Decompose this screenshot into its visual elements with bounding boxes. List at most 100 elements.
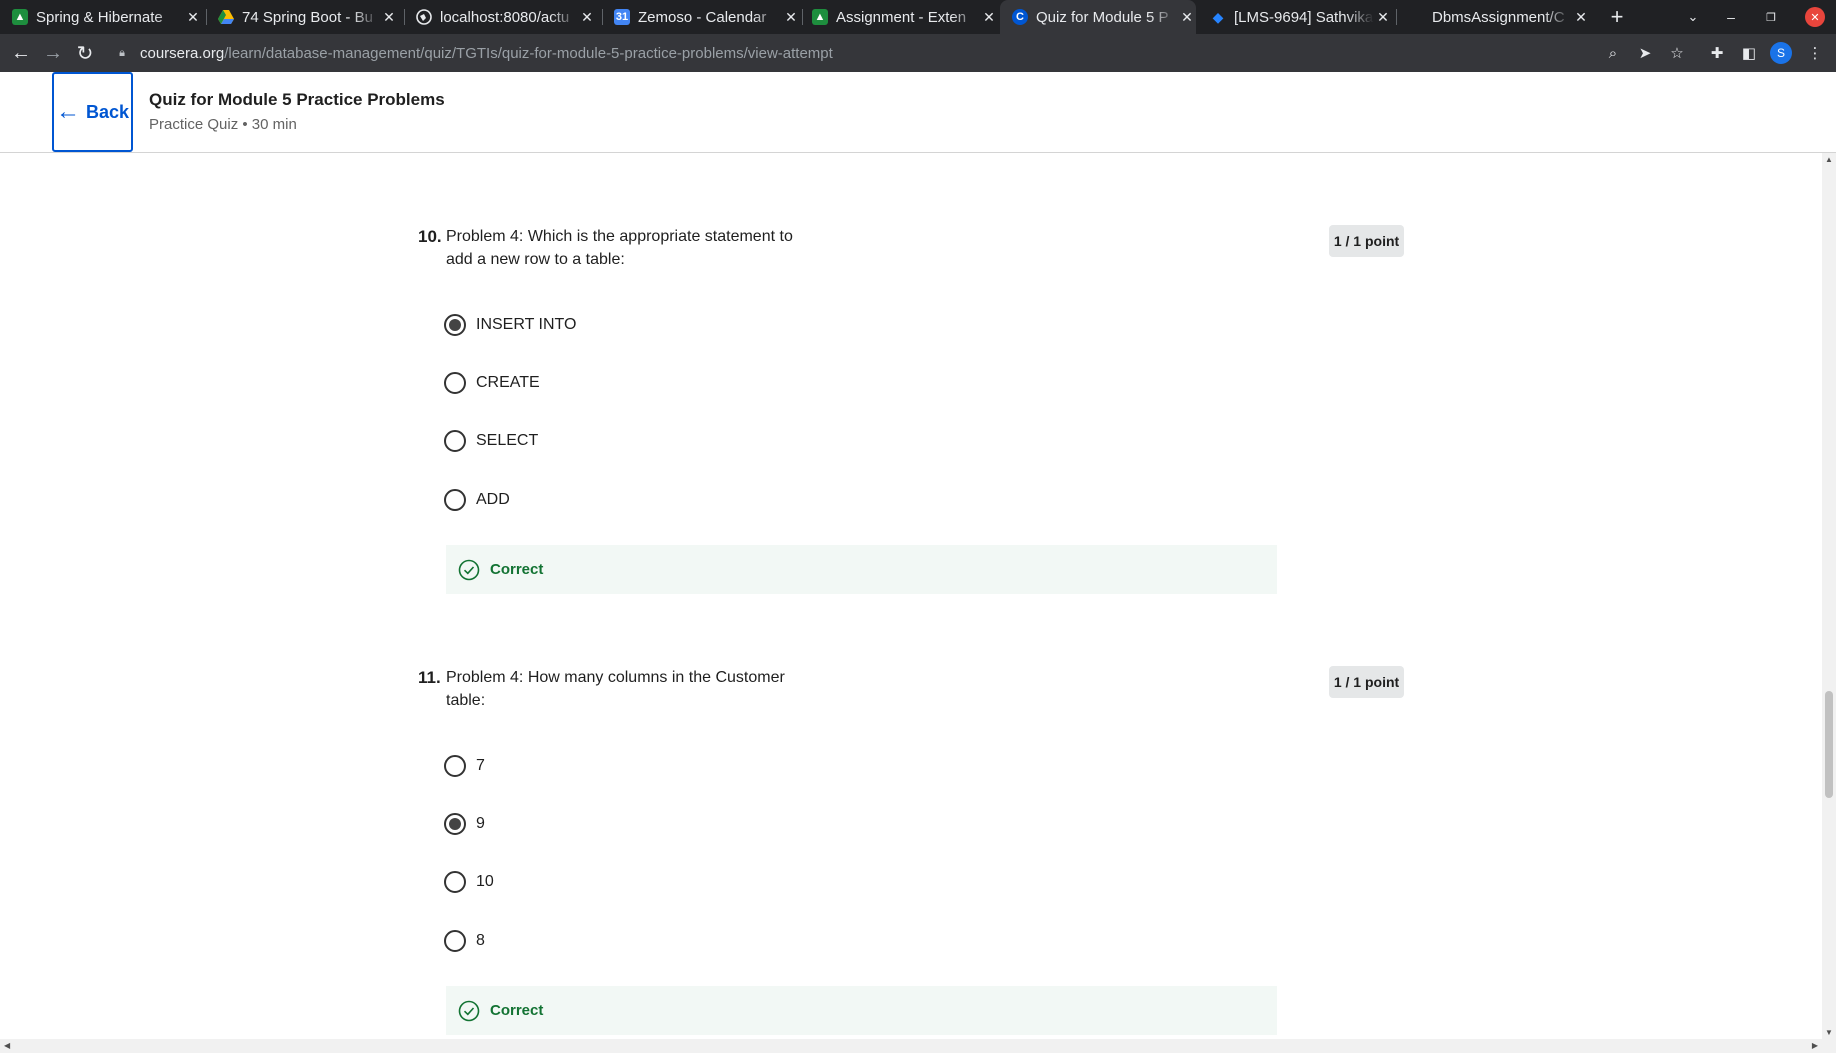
question-11: 11. Problem 4: How many columns in the C… [418,666,1404,1036]
feedback-label: Correct [490,1002,544,1019]
reload-icon[interactable]: ↻ [70,38,100,68]
back-arrow-icon[interactable]: ← [6,38,36,68]
quiz-header: ← Back Quiz for Module 5 Practice Proble… [0,72,1836,153]
scroll-left-icon[interactable]: ◀ [4,1041,10,1050]
option-label: SELECT [476,432,539,449]
page-subtitle: Practice Quiz • 30 min [149,116,297,133]
window-close-button[interactable]: ✕ [1802,0,1828,34]
vertical-scrollbar[interactable]: ▲ ▼ [1822,153,1836,1039]
close-icon[interactable]: ✕ [980,9,998,26]
back-arrow-icon: ← [55,98,80,125]
address-bar[interactable]: 🔒︎ coursera.org/learn/database-managemen… [108,37,1678,69]
more-menu-icon[interactable]: ⋮ [1800,38,1830,68]
minimize-button[interactable]: – [1716,0,1746,34]
radio-checked[interactable] [444,813,466,835]
radio-unchecked[interactable] [444,430,466,452]
lock-icon: 🔒︎ [119,46,125,59]
option-label: ADD [476,491,510,508]
tab-assignment[interactable]: ▲ Assignment - Exten ✕ [812,0,998,34]
close-icon[interactable]: ✕ [578,9,596,26]
close-icon[interactable]: ✕ [1572,9,1590,26]
close-icon[interactable]: ✕ [184,9,202,26]
feedback-correct: Correct [446,545,1277,594]
feedback-label: Correct [490,561,544,578]
tab-title: Zemoso - Calendar [638,8,767,26]
radio-unchecked[interactable] [444,489,466,511]
option-label: CREATE [476,374,540,391]
scroll-up-icon[interactable]: ▲ [1822,155,1836,164]
extensions-icon[interactable]: ✚ [1702,38,1732,68]
question-text: Problem 4: Which is the appropriate stat… [446,228,793,268]
tab-jira[interactable]: ◆ [LMS-9694] Sathvika ✕ [1210,0,1392,34]
globe-icon [416,9,432,25]
option-select[interactable]: SELECT [444,428,538,454]
tab-spring-boot[interactable]: 74 Spring Boot - Bu ✕ [218,0,398,34]
close-icon[interactable]: ✕ [782,9,800,26]
new-tab-button[interactable]: + [1600,0,1634,34]
browser-toolbar: ← → ↻ 🔒︎ coursera.org/learn/database-man… [0,34,1836,72]
star-icon[interactable]: ☆ [1662,38,1692,68]
github-icon [1408,9,1424,25]
jira-icon: ◆ [1212,8,1224,25]
zoom-icon[interactable]: ⌕ [1598,38,1628,68]
scrollbar-thumb[interactable] [1825,691,1833,798]
tab-localhost[interactable]: localhost:8080/actu ✕ [416,0,596,34]
tab-search-button[interactable]: ⌄ [1678,0,1708,34]
option-label: 10 [476,873,494,890]
tab-title: DbmsAssignment/C [1432,8,1565,26]
tab-strip: ▲ Spring & Hibernate ✕ 74 Spring Boot - … [0,0,1836,34]
question-10: 10. Problem 4: Which is the appropriate … [418,225,1404,595]
classroom-icon: ▲ [12,9,28,25]
tab-spring-hibernate[interactable]: ▲ Spring & Hibernate ✕ [12,0,202,34]
option-7[interactable]: 7 [444,753,485,779]
classroom-icon: ▲ [812,9,828,25]
tab-title: [LMS-9694] Sathvika [1234,8,1374,26]
calendar-icon: 31 [614,9,630,25]
radio-checked[interactable] [444,314,466,336]
option-add[interactable]: ADD [444,487,510,513]
question-text: Problem 4: How many columns in the Custo… [446,669,785,709]
radio-unchecked[interactable] [444,755,466,777]
points-badge: 1 / 1 point [1329,225,1404,257]
profile-avatar[interactable]: S [1770,42,1792,64]
horizontal-scrollbar[interactable]: ◀ ▶ [0,1039,1836,1053]
radio-unchecked[interactable] [444,871,466,893]
tab-title: 74 Spring Boot - Bu [242,8,373,26]
tab-title: localhost:8080/actu [440,8,570,26]
close-icon[interactable]: ✕ [380,9,398,26]
option-insert-into[interactable]: INSERT INTO [444,312,576,338]
forward-arrow-icon[interactable]: → [38,38,68,68]
scroll-down-icon[interactable]: ▼ [1822,1028,1836,1037]
close-icon[interactable]: ✕ [1178,9,1196,26]
side-panel-icon[interactable]: ◧ [1734,38,1764,68]
option-label: 7 [476,757,485,774]
option-create[interactable]: CREATE [444,370,540,396]
back-button[interactable]: ← Back [52,72,133,152]
tab-title: Quiz for Module 5 P [1036,8,1169,26]
restore-button[interactable]: ❐ [1756,0,1786,34]
back-label: Back [85,101,130,122]
tab-quiz-active[interactable]: C Quiz for Module 5 P ✕ [1000,0,1196,34]
tab-github[interactable]: DbmsAssignment/C ✕ [1408,0,1590,34]
tab-title: Spring & Hibernate [36,8,163,26]
option-label: INSERT INTO [476,316,577,333]
tab-title: Assignment - Exten [836,8,967,26]
check-circle-icon [458,559,480,580]
coursera-icon: C [1012,9,1028,25]
scroll-right-icon[interactable]: ▶ [1812,1041,1818,1050]
radio-unchecked[interactable] [444,372,466,394]
tab-calendar[interactable]: 31 Zemoso - Calendar ✕ [614,0,800,34]
feedback-correct: Correct [446,986,1277,1035]
page-title: Quiz for Module 5 Practice Problems [149,90,445,109]
check-circle-icon [458,1000,480,1021]
radio-unchecked[interactable] [444,930,466,952]
send-icon[interactable]: ➤ [1630,38,1660,68]
option-label: 8 [476,932,485,949]
option-10[interactable]: 10 [444,869,494,895]
question-number: 10. [418,227,442,246]
close-icon[interactable]: ✕ [1374,9,1392,26]
url-text: coursera.org/learn/database-management/q… [140,44,833,62]
option-8[interactable]: 8 [444,928,485,954]
drive-icon [218,9,234,25]
option-9[interactable]: 9 [444,811,485,837]
